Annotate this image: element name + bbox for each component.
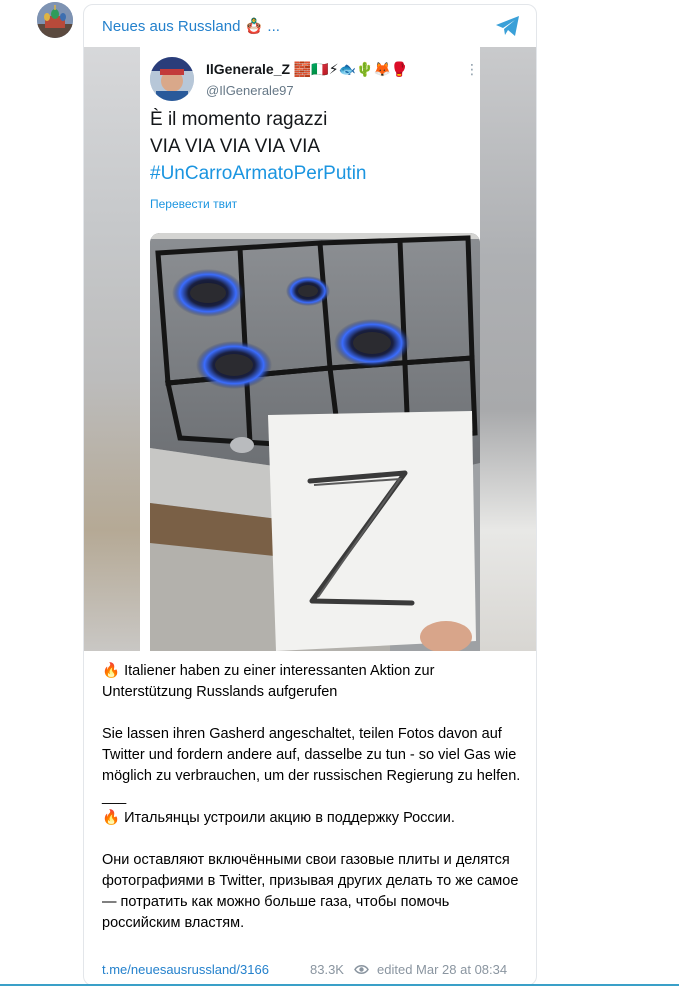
tweet-handle: @IlGenerale97 <box>206 83 294 98</box>
fire-emoji-icon: 🔥 <box>102 663 121 679</box>
caption-german-body: Sie lassen ihren Gasherd angeschaltet, t… <box>102 726 521 784</box>
channel-avatar[interactable] <box>37 2 73 38</box>
channel-name[interactable]: Neues aus Russland 🪆 ... <box>102 17 280 35</box>
tweet-text-line2: VIA VIA VIA VIA VIA <box>150 136 321 157</box>
caption-separator: ___ <box>102 789 127 805</box>
edited-label: edited <box>377 962 413 977</box>
message-card: Neues aus Russland 🪆 ... IlGenerale_Z 🧱🇮… <box>83 4 537 986</box>
caption-german-headline: Italiener haben zu einer interessanten A… <box>102 663 435 700</box>
kremlin-cathedral-avatar <box>37 2 73 38</box>
caption-russian-body: Они оставляют включёнными свои газовые п… <box>102 852 519 931</box>
tweet-screenshot: IlGenerale_Z 🧱🇮🇹⚡🐟🌵🦊🥊 @IlGenerale97 ⋮ È … <box>140 47 480 651</box>
media-blur-right <box>480 47 536 651</box>
more-vertical-icon: ⋮ <box>465 61 479 77</box>
tweet-text-line1: È il momento ragazzi <box>150 109 328 130</box>
view-count: 83.3K <box>310 962 344 977</box>
gas-stove-photo <box>150 233 480 651</box>
tweet-display-name: IlGenerale_Z 🧱🇮🇹⚡🐟🌵🦊🥊 <box>206 61 409 77</box>
post-caption: 🔥 Italiener haben zu einer interessanten… <box>102 661 526 934</box>
media-blur-left <box>84 47 140 651</box>
telegram-icon[interactable] <box>495 15 521 37</box>
post-link[interactable]: t.me/neuesausrussland/3166 <box>102 962 269 977</box>
tweet-avatar <box>150 57 194 101</box>
fire-emoji-icon: 🔥 <box>102 810 121 826</box>
tweet-hashtag: #UnCarroArmatoPerPutin <box>150 163 367 184</box>
post-media[interactable]: IlGenerale_Z 🧱🇮🇹⚡🐟🌵🦊🥊 @IlGenerale97 ⋮ È … <box>84 47 536 651</box>
post-timestamp: edited Mar 28 at 08:34 <box>377 962 507 977</box>
caption-russian-headline: Итальянцы устроили акцию в поддержку Рос… <box>124 810 455 826</box>
post-date: Mar 28 at 08:34 <box>416 962 508 977</box>
eye-icon <box>354 965 369 974</box>
tweet-translate-link: Перевести твит <box>150 197 238 211</box>
